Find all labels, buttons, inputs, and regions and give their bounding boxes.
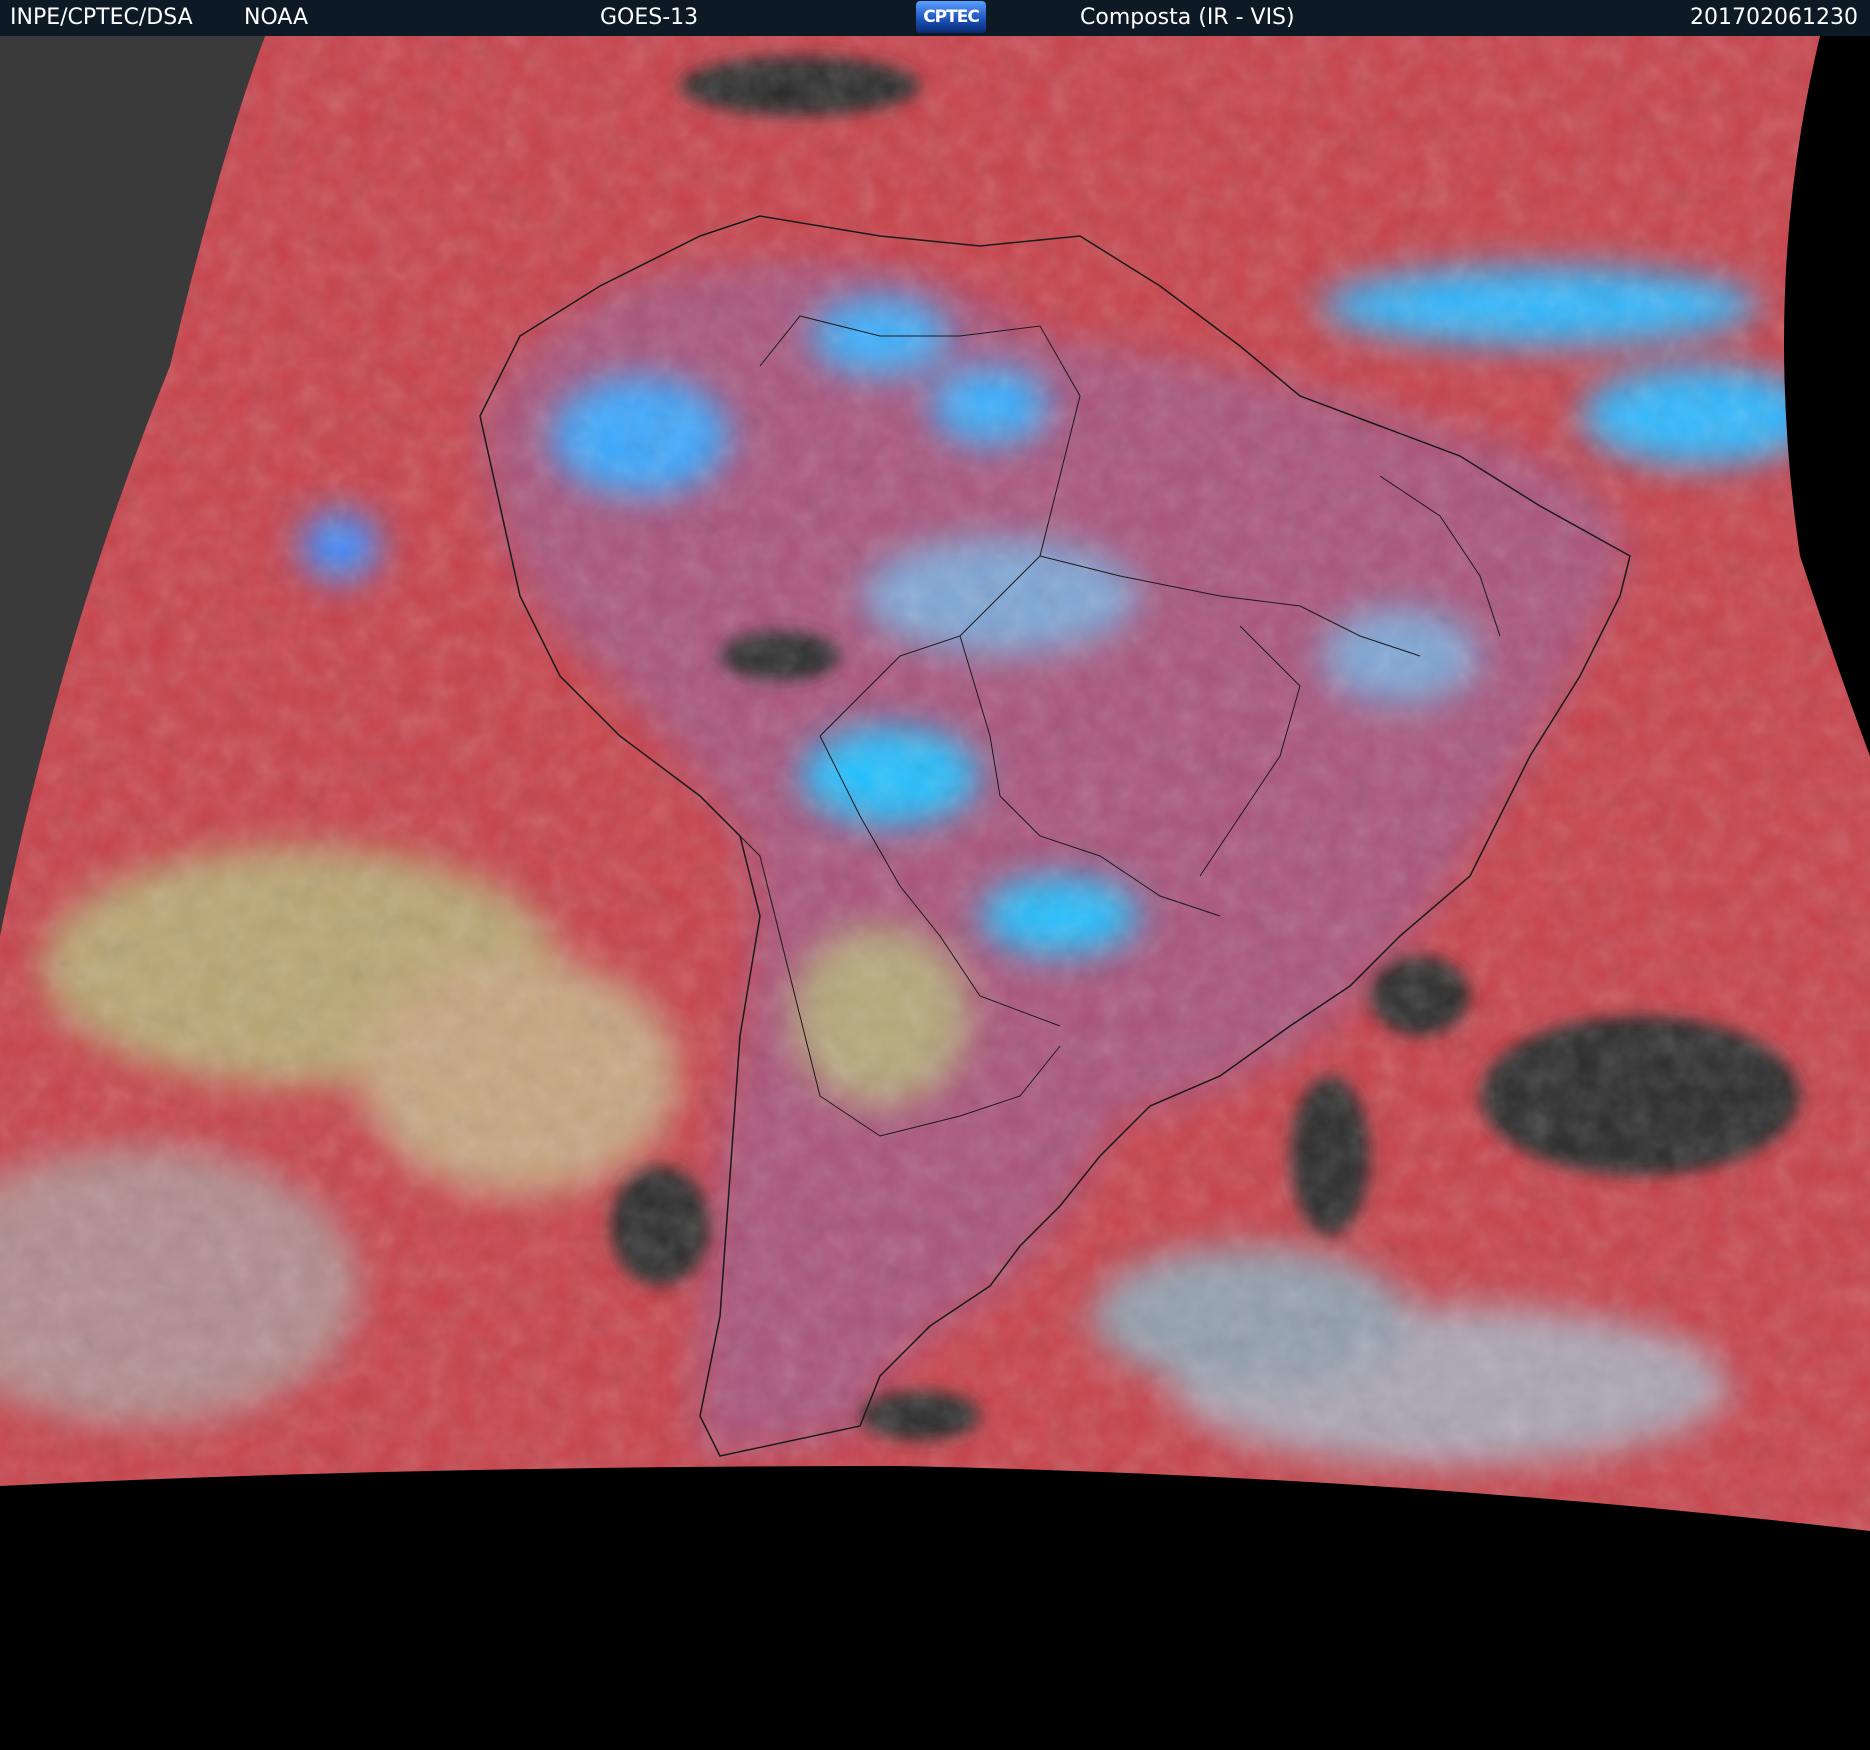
cptec-logo-icon: CPTEC [916,1,986,33]
earth-disc [0,36,1870,1531]
product-label: Composta (IR - VIS) [1080,5,1295,30]
source-label: INPE/CPTEC/DSA [10,5,193,30]
satellite-label: GOES-13 [600,5,699,30]
satellite-composite-image [0,36,1870,1750]
header-bar: INPE/CPTEC/DSA NOAA GOES-13 CPTEC Compos… [0,0,1870,36]
logo-text: CPTEC [923,7,980,27]
timestamp-label: 201702061230 [1690,5,1858,30]
agency-label: NOAA [244,5,309,30]
